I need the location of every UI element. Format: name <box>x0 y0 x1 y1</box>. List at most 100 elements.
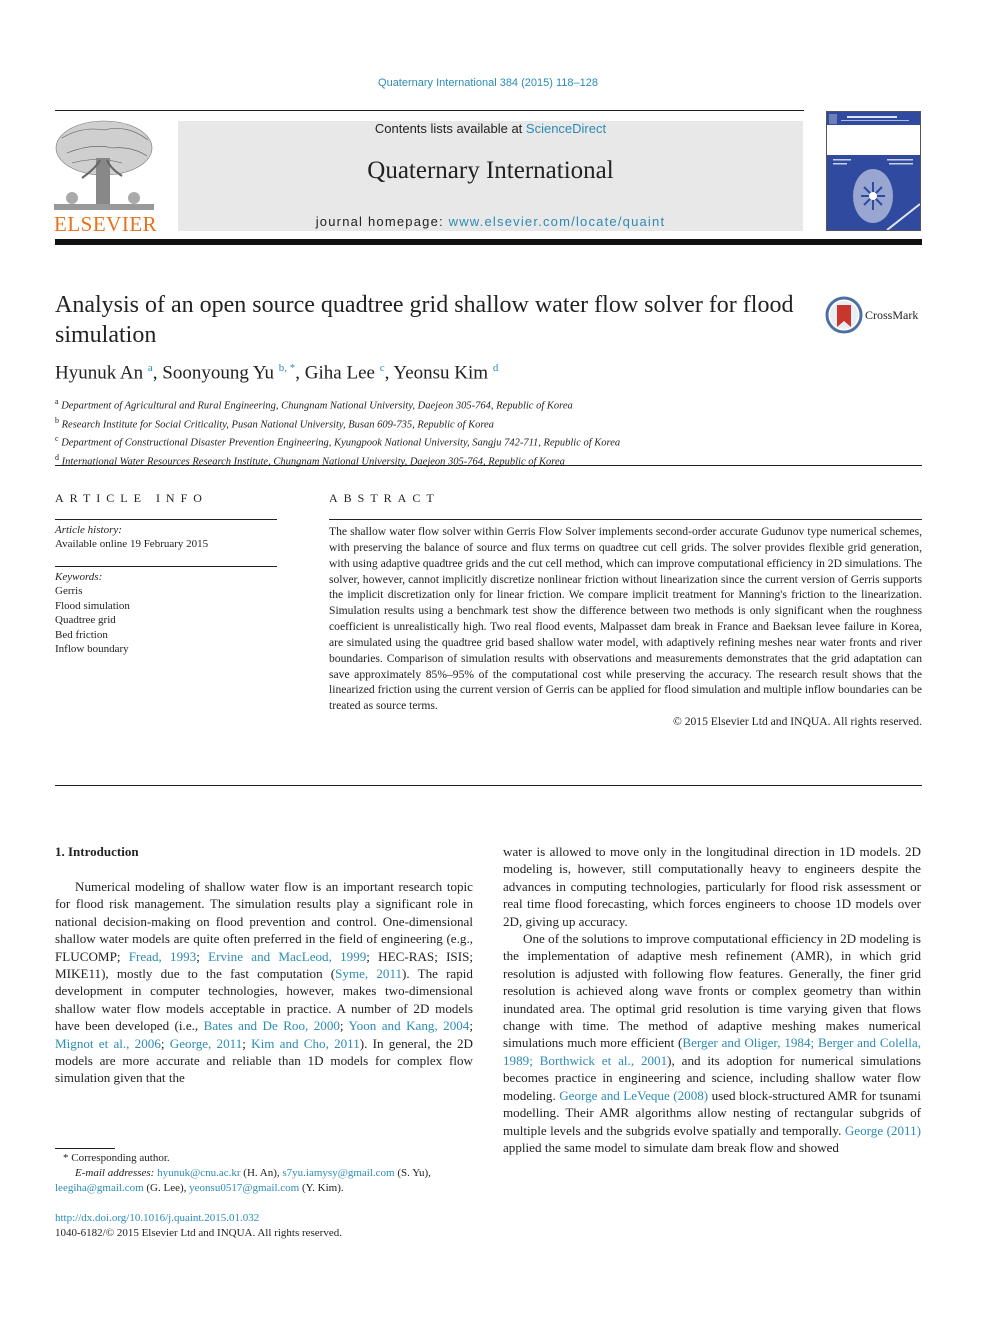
abstract-copyright: © 2015 Elsevier Ltd and INQUA. All right… <box>672 715 922 729</box>
citation-link[interactable]: Fread, 1993 <box>129 949 197 964</box>
email-owner: (G. Lee), <box>143 1182 190 1194</box>
divider <box>55 785 922 786</box>
keyword-item: Quadtree grid <box>55 614 116 627</box>
keyword-item: Bed friction <box>55 628 108 641</box>
affiliation-item: d International Water Resources Research… <box>55 451 620 470</box>
affil-text: Department of Agricultural and Rural Eng… <box>61 400 573 412</box>
author-affil-marker[interactable]: c <box>380 362 385 374</box>
abstract-heading: ABSTRACT <box>329 491 440 505</box>
author-affil-marker[interactable]: a <box>148 362 153 374</box>
author-affil-marker[interactable]: b, * <box>279 362 296 374</box>
email-link[interactable]: leegiha@gmail.com <box>55 1182 144 1194</box>
contents-prefix: Contents lists available at <box>374 121 526 136</box>
affil-marker: d <box>55 453 59 463</box>
keyword-item: Inflow boundary <box>55 643 129 656</box>
email-owner: (Y. Kim). <box>299 1182 344 1194</box>
text-run: water is allowed to move only in the lon… <box>503 844 921 929</box>
affiliation-item: a Department of Agricultural and Rural E… <box>55 395 620 414</box>
affil-text: Department of Constructional Disaster Pr… <box>61 437 621 449</box>
text-run: ; <box>339 1018 349 1034</box>
doi-block: http://dx.doi.org/10.1016/j.quaint.2015.… <box>55 1211 342 1241</box>
journal-title: Quaternary International <box>367 157 614 184</box>
history-value: Available online 19 February 2015 <box>55 538 209 551</box>
keywords: Keywords: Gerris Flood simulation Quadtr… <box>55 570 130 656</box>
paragraph: One of the solutions to improve computat… <box>503 930 921 1156</box>
divider <box>329 519 922 520</box>
citation-link[interactable]: Bates and De Roo, 2000 <box>204 1018 340 1033</box>
citation-link[interactable]: George (2011) <box>845 1123 921 1138</box>
citation-link[interactable]: Mignot et al., 2006 <box>55 1036 161 1051</box>
history-label: Article history: <box>55 524 122 536</box>
citation-link[interactable]: Ervine and MacLeod, 1999 <box>208 949 366 964</box>
cover-art-icon <box>827 112 921 231</box>
elsevier-wordmark: ELSEVIER <box>54 212 158 236</box>
divider <box>55 465 922 466</box>
citation-link[interactable]: Kim and Cho, 2011 <box>251 1036 360 1051</box>
affil-marker: b <box>55 415 59 425</box>
article-history: Article history: Available online 19 Feb… <box>55 523 208 552</box>
abstract-text: The shallow water flow solver within Ger… <box>329 525 922 713</box>
homepage-link[interactable]: www.elsevier.com/locate/quaint <box>449 214 666 229</box>
affil-marker: a <box>55 397 59 406</box>
author-name[interactable]: Soonyoung Yu <box>162 362 274 383</box>
text-run: applied the same model to simulate dam b… <box>503 1139 839 1155</box>
corresponding-author-note: * Corresponding author. <box>63 1152 170 1164</box>
contents-line: Contents lists available at ScienceDirec… <box>178 121 803 136</box>
text-run: ; <box>242 1035 252 1051</box>
author-name[interactable]: Giha Lee <box>305 362 375 383</box>
article-title: Analysis of an open source quadtree grid… <box>55 292 794 348</box>
author-affil-marker[interactable]: d <box>493 362 499 374</box>
email-link[interactable]: s7yu.iamysy@gmail.com <box>282 1167 394 1179</box>
header-rule <box>55 110 804 111</box>
email-owner: (S. Yu), <box>394 1167 431 1179</box>
text-run: ; <box>160 1035 170 1051</box>
homepage-label: journal homepage: <box>315 214 449 229</box>
email-label: E-mail addresses: <box>75 1167 155 1179</box>
keywords-label: Keywords: <box>55 571 103 583</box>
journal-homepage: journal homepage: www.elsevier.com/locat… <box>178 214 803 229</box>
citation-link[interactable]: George, 2011 <box>170 1036 243 1051</box>
issn-copyright: 1040-6182/© 2015 Elsevier Ltd and INQUA.… <box>55 1227 342 1239</box>
citation-link[interactable]: Syme, 2011 <box>335 966 402 981</box>
section-heading: 1. Introduction <box>55 844 139 859</box>
crossmark-button[interactable]: CrossMark <box>825 296 925 336</box>
journal-banner: Contents lists available at ScienceDirec… <box>178 121 803 231</box>
affiliation-item: b Research Institute for Social Critical… <box>55 414 620 433</box>
keyword-item: Flood simulation <box>55 599 130 612</box>
doi-link[interactable]: http://dx.doi.org/10.1016/j.quaint.2015.… <box>55 1212 259 1224</box>
affiliation-item: c Department of Constructional Disaster … <box>55 432 620 451</box>
affiliations: a Department of Agricultural and Rural E… <box>55 395 620 470</box>
keyword-item: Gerris <box>55 585 83 598</box>
affil-marker: c <box>55 434 59 444</box>
journal-citation-link[interactable]: Quaternary International 384 (2015) 118–… <box>0 77 976 89</box>
citation-link[interactable]: Yoon and Kang, 2004 <box>349 1018 470 1033</box>
paragraph: water is allowed to move only in the lon… <box>503 843 921 930</box>
email-owner: (H. An), <box>240 1167 283 1179</box>
footnote-rule <box>55 1148 115 1149</box>
author-name[interactable]: Yeonsu Kim <box>393 362 488 383</box>
header-thick-rule <box>55 239 922 245</box>
tree-icon <box>54 120 154 210</box>
email-addresses: E-mail addresses: hyunuk@cnu.ac.kr (H. A… <box>55 1166 473 1196</box>
footnotes: * Corresponding author. E-mail addresses… <box>55 1151 473 1196</box>
affil-text: Research Institute for Social Criticalit… <box>61 419 494 431</box>
article-info-heading: ARTICLE INFO <box>55 491 208 505</box>
paragraph: Numerical modeling of shallow water flow… <box>55 878 473 1087</box>
crossmark-icon <box>825 296 863 334</box>
email-link[interactable]: yeonsu0517@gmail.com <box>189 1182 299 1194</box>
author-name[interactable]: Hyunuk An <box>55 362 143 383</box>
divider <box>55 566 277 567</box>
citation-link[interactable]: George and LeVeque (2008) <box>559 1088 708 1103</box>
text-run: One of the solutions to improve computat… <box>503 931 921 1051</box>
email-link[interactable]: hyunuk@cnu.ac.kr <box>157 1167 240 1179</box>
journal-cover-image <box>826 111 921 231</box>
text-run: ; <box>469 1018 473 1034</box>
text-run: ; <box>196 948 209 964</box>
body-column-right: water is allowed to move only in the lon… <box>503 843 921 1156</box>
author-list: Hyunuk An a, Soonyoung Yu b, *, Giha Lee… <box>55 362 499 384</box>
divider <box>55 519 277 520</box>
sciencedirect-link[interactable]: ScienceDirect <box>526 121 606 136</box>
body-column-left: Numerical modeling of shallow water flow… <box>55 878 473 1087</box>
abstract-body: The shallow water flow solver within Ger… <box>329 524 922 730</box>
crossmark-label: CrossMark <box>865 308 919 322</box>
